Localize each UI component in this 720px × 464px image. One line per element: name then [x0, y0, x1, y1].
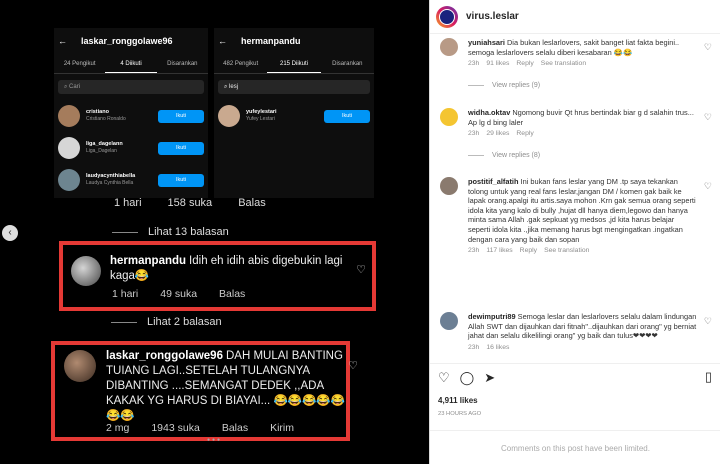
view-replies-link: Lihat 2 balasan — [111, 316, 248, 328]
highlight-box-comment1: hermanpandu Idih eh idih abis digebukin l… — [59, 241, 376, 311]
avatar — [64, 350, 96, 382]
heart-icon: ♡ — [356, 264, 366, 276]
comments-limited-notice: Comments on this post have been limited. — [430, 430, 720, 453]
avatar[interactable] — [440, 177, 458, 195]
comment-item: dewimputri89 Semoga leslar dan leslarlove… — [440, 312, 712, 360]
likes-count[interactable]: 4,911 likes — [438, 396, 478, 405]
tab-following: 215 Diikuti — [267, 54, 321, 73]
previous-arrow-icon[interactable]: ‹ — [2, 225, 18, 241]
user-row: cristiano Cristiano Ronaldo Ikuti — [54, 100, 208, 132]
bookmark-icon[interactable]: ▯ — [705, 369, 712, 385]
comment-meta: 1 hari 49 suka Balas — [112, 288, 246, 300]
post-actions: ♡ ◯ ➤ — [438, 370, 495, 386]
avatar[interactable] — [440, 38, 458, 56]
profile-title: laskar_ronggolawe96 — [81, 36, 173, 46]
view-replies-link[interactable]: View replies (8) — [468, 152, 540, 159]
follow-button: Ikuti — [158, 173, 204, 187]
avatar — [71, 256, 101, 286]
user-row: laudyacynthiabella Laudya Cynthia Bella Ik… — [54, 164, 208, 196]
user-row: yufeylestari Yufey Lestari Ikuti — [214, 100, 374, 132]
phone-screen-following-list: ← laskar_ronggolawe96 24 Pengikut 4 Diiku… — [54, 28, 208, 198]
heart-icon[interactable]: ♡ — [704, 181, 712, 192]
heart-icon[interactable]: ♡ — [704, 42, 712, 53]
reply-link[interactable]: Reply — [520, 247, 537, 254]
translate-link[interactable]: See translation — [544, 247, 589, 254]
share-icon[interactable]: ➤ — [484, 370, 495, 386]
user-row: liga_dagelann Liga_Dagelan Ikuti — [54, 132, 208, 164]
story-image-panel: ← laskar_ronggolawe96 24 Pengikut 4 Diiku… — [0, 0, 429, 464]
follow-button: Ikuti — [158, 109, 204, 123]
view-replies-link: Lihat 13 balasan — [112, 226, 255, 238]
phone-screen-following-search: ← hermanpandu 482 Pengikut 215 Diikuti Di… — [214, 28, 374, 198]
avatar — [218, 105, 240, 127]
reply-link[interactable]: Reply — [516, 60, 533, 67]
post-comments-panel: virus.leslar yuniahsari Dia bukan leslarl… — [429, 0, 720, 464]
comment-icon[interactable]: ◯ — [460, 370, 475, 386]
tab-followers: 482 Pengikut — [223, 61, 259, 67]
avatar — [58, 169, 80, 191]
avatar — [58, 137, 80, 159]
follow-button: Ikuti — [324, 109, 370, 123]
post-time: 23 HOURS AGO — [438, 411, 482, 417]
comment-meta: 1 hari 158 suka Balas — [114, 197, 266, 209]
tab-suggested: Disarankan — [167, 61, 198, 67]
search-field: ⌕ Cari — [58, 80, 204, 94]
tab-followers: 24 Pengikut — [63, 61, 96, 67]
avatar[interactable] — [440, 108, 458, 126]
carousel-dots: ●●● — [207, 437, 223, 443]
post-header: virus.leslar — [430, 0, 720, 34]
account-name[interactable]: virus.leslar — [466, 11, 519, 22]
avatar[interactable] — [440, 312, 458, 330]
avatar — [58, 105, 80, 127]
follow-button: Ikuti — [158, 141, 204, 155]
heart-icon[interactable]: ♡ — [438, 370, 450, 386]
tab-following: 4 Diikuti — [105, 54, 157, 73]
comment-text: laskar_ronggolawe96 DAH MULAI BANTING TUI… — [106, 350, 346, 422]
search-field: ⌕ lesj — [218, 80, 370, 94]
comment-meta: 2 mg 1943 suka Balas Kirim — [106, 422, 294, 434]
heart-icon[interactable]: ♡ — [704, 112, 712, 123]
heart-icon: ♡ — [348, 360, 358, 372]
comment-text: hermanpandu Idih eh idih abis digebukin l… — [110, 255, 343, 282]
tab-suggested: Disarankan — [332, 61, 363, 67]
highlight-box-comment2: laskar_ronggolawe96 DAH MULAI BANTING TUI… — [51, 341, 358, 441]
view-replies-link[interactable]: View replies (9) — [468, 82, 540, 89]
account-avatar[interactable] — [436, 5, 458, 28]
reply-link[interactable]: Reply — [516, 130, 533, 137]
profile-title: hermanpandu — [241, 36, 301, 46]
back-arrow-icon: ← — [58, 36, 67, 46]
back-arrow-icon: ← — [218, 36, 227, 46]
translate-link[interactable]: See translation — [541, 60, 586, 67]
heart-icon[interactable]: ♡ — [704, 316, 712, 327]
